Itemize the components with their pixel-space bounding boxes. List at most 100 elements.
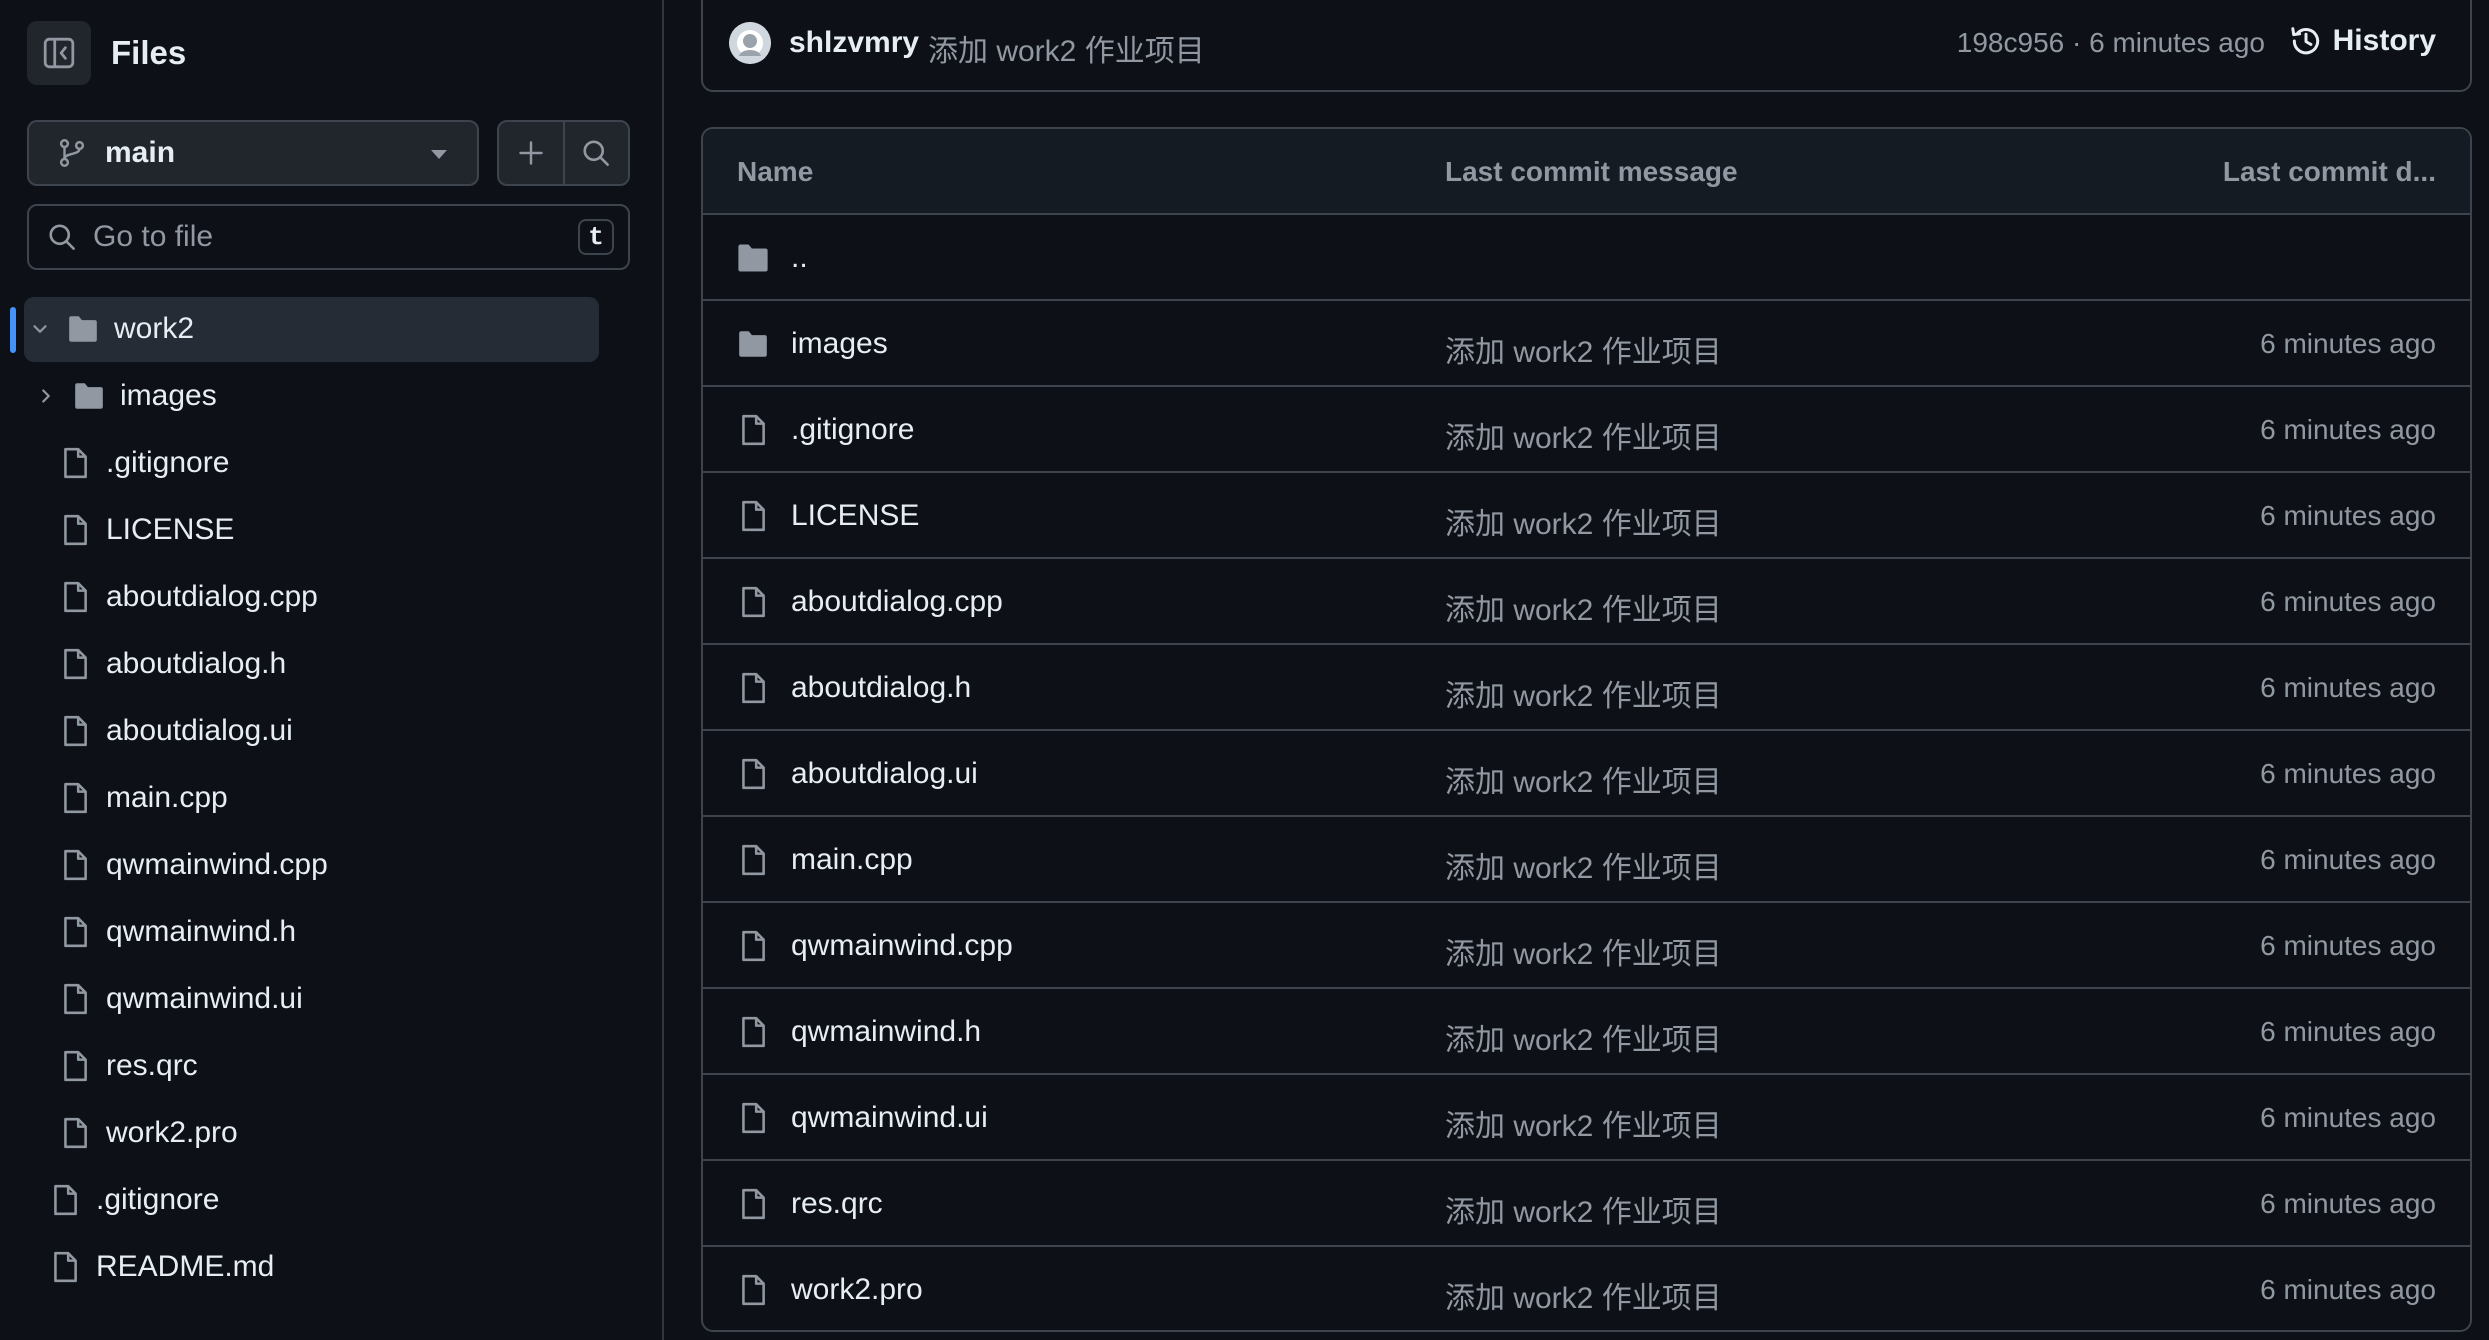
tree-item-readme-md[interactable]: README.md [0, 1233, 662, 1300]
file-icon [58, 848, 92, 882]
commit-date: 6 minutes ago [2260, 1016, 2436, 1047]
file-icon [735, 412, 771, 448]
go-to-file-field[interactable]: t [27, 204, 630, 270]
commit-message-link[interactable]: 添加 work2 作业项目 [1445, 929, 1722, 973]
file-icon [735, 1100, 771, 1136]
commit-message-link[interactable]: 添加 work2 作业项目 [1445, 1273, 1722, 1317]
tree-item-label: .gitignore [106, 445, 230, 479]
chevron-down-icon[interactable] [28, 318, 52, 340]
table-row[interactable]: work2.pro 添加 work2 作业项目 6 minutes ago [703, 1247, 2470, 1330]
tree-item-work2-pro[interactable]: work2.pro [0, 1099, 662, 1166]
tree-item-qwmainwind-cpp[interactable]: qwmainwind.cpp [0, 831, 662, 898]
history-label: History [2332, 24, 2436, 57]
search-icon [583, 140, 610, 166]
file-icon [735, 670, 771, 706]
commit-date: 6 minutes ago [2260, 414, 2436, 445]
file-actions-group [497, 120, 630, 186]
file-icon [58, 647, 92, 681]
tree-item-label: work2.pro [106, 1115, 238, 1149]
commit-message-link[interactable]: 添加 work2 作业项目 [1445, 499, 1722, 543]
file-name-link[interactable]: aboutdialog.cpp [791, 585, 1003, 619]
table-row[interactable]: aboutdialog.ui 添加 work2 作业项目 6 minutes ago [703, 731, 2470, 817]
history-button[interactable]: History [2289, 24, 2436, 58]
table-row[interactable]: aboutdialog.h 添加 work2 作业项目 6 minutes ago [703, 645, 2470, 731]
table-row[interactable]: LICENSE 添加 work2 作业项目 6 minutes ago [703, 473, 2470, 559]
collapse-sidebar-button[interactable] [27, 21, 91, 85]
commit-date: 6 minutes ago [2260, 844, 2436, 875]
directory-listing-table: Name Last commit message Last commit d..… [701, 127, 2472, 1332]
commit-message-link[interactable]: 添加 work2 作业项目 [1445, 757, 1722, 801]
file-name-link[interactable]: LICENSE [791, 499, 919, 533]
commit-message-link[interactable]: 添加 work2 作业项目 [1445, 413, 1722, 457]
file-name-link[interactable]: qwmainwind.ui [791, 1101, 988, 1135]
table-row[interactable]: qwmainwind.ui 添加 work2 作业项目 6 minutes ago [703, 1075, 2470, 1161]
tree-item-aboutdialog-cpp[interactable]: aboutdialog.cpp [0, 563, 662, 630]
table-row[interactable]: aboutdialog.cpp 添加 work2 作业项目 6 minutes ag… [703, 559, 2470, 645]
tree-item-label: aboutdialog.ui [106, 713, 293, 747]
selected-highlight [24, 297, 599, 362]
sidebar-collapse-icon [43, 37, 75, 69]
commit-date: 6 minutes ago [2260, 500, 2436, 531]
tree-item-label: qwmainwind.ui [106, 981, 303, 1015]
commit-date: 6 minutes ago [2260, 758, 2436, 789]
commit-message-link[interactable]: 添加 work2 作业项目 [1445, 843, 1722, 887]
tree-item-label: main.cpp [106, 780, 228, 814]
go-to-file-input[interactable] [93, 220, 533, 254]
file-icon [735, 928, 771, 964]
chevron-right-icon[interactable] [34, 385, 58, 407]
commit-message-link[interactable]: 添加 work2 作业项目 [1445, 1101, 1722, 1145]
commit-date: 6 minutes ago [2260, 328, 2436, 359]
search-code-button[interactable] [562, 122, 629, 184]
add-file-button[interactable] [499, 122, 563, 184]
table-row[interactable]: .gitignore 添加 work2 作业项目 6 minutes ago [703, 387, 2470, 473]
tree-item-res-qrc[interactable]: res.qrc [0, 1032, 662, 1099]
tree-item-license[interactable]: LICENSE [0, 496, 662, 563]
file-name-link[interactable]: qwmainwind.h [791, 1015, 981, 1049]
tree-item-main-cpp[interactable]: main.cpp [0, 764, 662, 831]
file-icon [58, 513, 92, 547]
table-row[interactable]: res.qrc 添加 work2 作业项目 6 minutes ago [703, 1161, 2470, 1247]
tree-item-gitignore[interactable]: .gitignore [0, 429, 662, 496]
table-row[interactable]: qwmainwind.cpp 添加 work2 作业项目 6 minutes ago [703, 903, 2470, 989]
file-name-link[interactable]: aboutdialog.ui [791, 757, 978, 791]
tree-item-label: work2 [114, 311, 195, 345]
file-name-link[interactable]: work2.pro [791, 1273, 923, 1307]
commit-message-link[interactable]: 添加 work2 作业项目 [1445, 585, 1722, 629]
parent-directory-link[interactable]: .. [791, 241, 808, 275]
tree-item-images[interactable]: images [0, 362, 662, 429]
commit-author-link[interactable]: shlzvmry [789, 26, 919, 60]
commit-hash-and-time[interactable]: 198c956 · 6 minutes ago [1957, 27, 2265, 59]
table-row[interactable]: images 添加 work2 作业项目 6 minutes ago [703, 301, 2470, 387]
commit-message-link[interactable]: 添加 work2 作业项目 [1445, 1187, 1722, 1231]
user-avatar-icon [729, 22, 771, 64]
file-icon [735, 1186, 771, 1222]
file-tree: work2 images .gitignore LICENSE aboutdialog.… [0, 295, 662, 1300]
tree-item-aboutdialog-h[interactable]: aboutdialog.h [0, 630, 662, 697]
parent-directory-row[interactable]: .. [703, 215, 2470, 301]
file-name-link[interactable]: qwmainwind.cpp [791, 929, 1013, 963]
tree-item-aboutdialog-ui[interactable]: aboutdialog.ui [0, 697, 662, 764]
commit-message-link[interactable]: 添加 work2 作业项目 [928, 26, 1205, 70]
commit-message-link[interactable]: 添加 work2 作业项目 [1445, 327, 1722, 371]
avatar[interactable] [729, 22, 771, 64]
file-name-link[interactable]: aboutdialog.h [791, 671, 971, 705]
file-name-link[interactable]: images [791, 327, 888, 361]
tree-item-gitignore[interactable]: .gitignore [0, 1166, 662, 1233]
branch-select-button[interactable]: main [27, 120, 479, 186]
commit-message-link[interactable]: 添加 work2 作业项目 [1445, 671, 1722, 715]
file-icon [735, 1014, 771, 1050]
tree-item-label: qwmainwind.cpp [106, 847, 328, 881]
commit-message-link[interactable]: 添加 work2 作业项目 [1445, 1015, 1722, 1059]
tree-item-work2[interactable]: work2 [0, 295, 662, 362]
history-icon [2290, 27, 2319, 55]
tree-item-qwmainwind-h[interactable]: qwmainwind.h [0, 898, 662, 965]
sidebar-header: Files [27, 21, 186, 85]
table-row[interactable]: qwmainwind.h 添加 work2 作业项目 6 minutes ago [703, 989, 2470, 1075]
app: Files main Go to file t work2 images .gi… [0, 0, 2489, 1340]
file-name-link[interactable]: main.cpp [791, 843, 913, 877]
table-row[interactable]: main.cpp 添加 work2 作业项目 6 minutes ago [703, 817, 2470, 903]
chevron-down-icon [431, 150, 447, 159]
file-name-link[interactable]: res.qrc [791, 1187, 883, 1221]
file-name-link[interactable]: .gitignore [791, 413, 914, 447]
tree-item-qwmainwind-ui[interactable]: qwmainwind.ui [0, 965, 662, 1032]
